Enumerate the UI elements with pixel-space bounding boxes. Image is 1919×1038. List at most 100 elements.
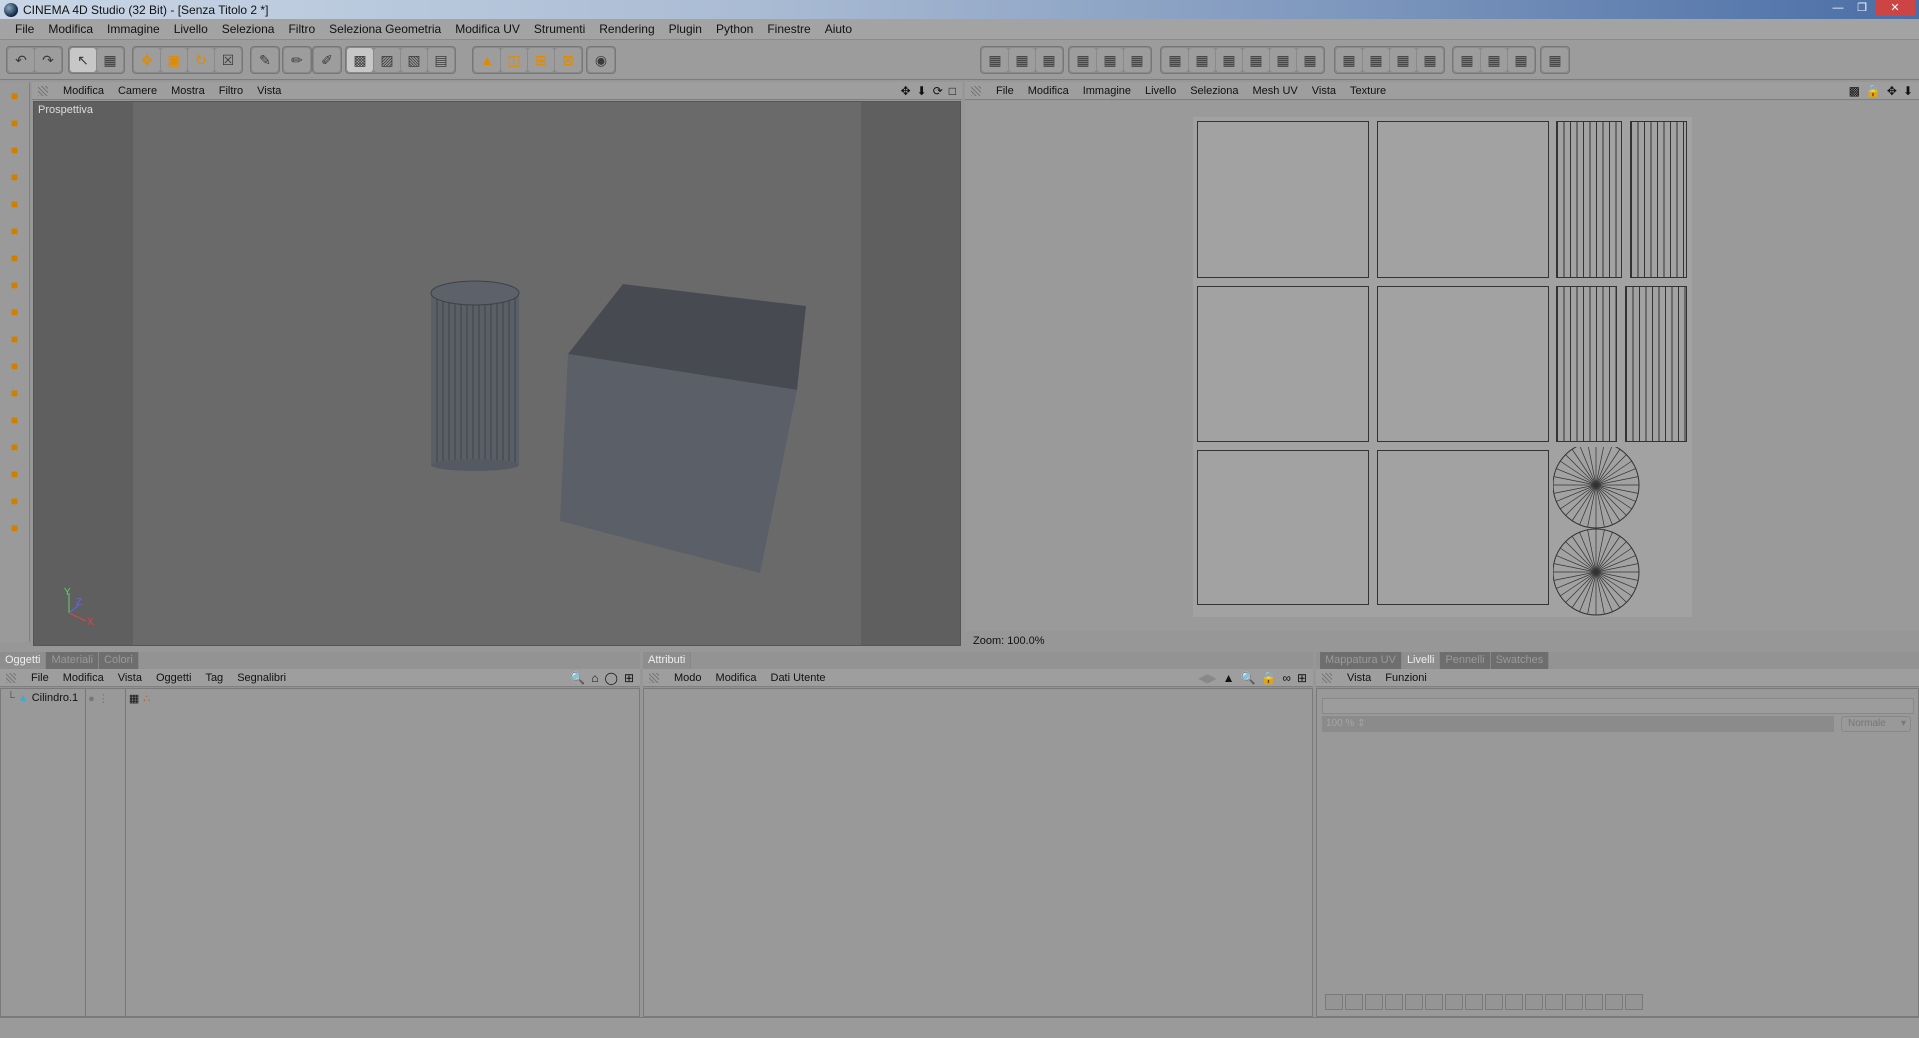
histogram-icon[interactable]: ▩: [1849, 84, 1860, 98]
layer-action-button[interactable]: [1345, 994, 1363, 1010]
layer-action-button[interactable]: [1525, 994, 1543, 1010]
layer-action-button[interactable]: [1385, 994, 1403, 1010]
objects-menu-file[interactable]: File: [24, 672, 56, 684]
maximize-view-icon[interactable]: □: [949, 84, 956, 98]
uv-tool-4[interactable]: ▦: [1070, 48, 1096, 72]
layers-menu-vista[interactable]: Vista: [1340, 672, 1378, 684]
pan-icon[interactable]: ✥: [1887, 84, 1897, 98]
uv-polygon[interactable]: [1377, 286, 1549, 442]
fill-icon[interactable]: ■: [4, 301, 26, 323]
layer-action-button[interactable]: [1545, 994, 1563, 1010]
objects-menu-segnalibri[interactable]: Segnalibri: [230, 672, 293, 684]
tab-mappatura-uv[interactable]: Mappatura UV: [1320, 652, 1402, 669]
menu-rendering[interactable]: Rendering: [592, 22, 661, 36]
opacity-slider[interactable]: 100 % ⇕: [1322, 716, 1834, 732]
uv-tool-16[interactable]: ▦: [1417, 48, 1443, 72]
live-selection-icon[interactable]: ↖: [70, 48, 96, 72]
attributes-menu-dati-utente[interactable]: Dati Utente: [764, 672, 833, 684]
uv-tool-18[interactable]: ▦: [1481, 48, 1507, 72]
menu-immagine[interactable]: Immagine: [100, 22, 167, 36]
opacity-value[interactable]: 100 %: [1326, 718, 1354, 729]
uv-tool-9[interactable]: ▦: [1216, 48, 1242, 72]
uv-tool-6[interactable]: ▦: [1124, 48, 1150, 72]
layer-action-button[interactable]: [1585, 994, 1603, 1010]
zoom-arrow-icon[interactable]: ⬇: [917, 84, 927, 98]
texture-mode-icon[interactable]: ▩: [347, 48, 373, 72]
brush-icon[interactable]: ✐: [314, 48, 340, 72]
uv-edit-icon[interactable]: ▤: [428, 48, 454, 72]
rotate-view-icon[interactable]: ⟳: [933, 84, 943, 98]
attributes-menu-modo[interactable]: Modo: [667, 672, 709, 684]
layer-action-button[interactable]: [1405, 994, 1423, 1010]
scale-icon[interactable]: ▣: [161, 48, 187, 72]
attributes-menu-modifica[interactable]: Modifica: [709, 672, 764, 684]
layer-action-button[interactable]: [1425, 994, 1443, 1010]
search-icon[interactable]: 🔍: [570, 671, 585, 685]
move-icon[interactable]: ✥: [134, 48, 160, 72]
texture-tag-icon[interactable]: ▦: [129, 692, 139, 705]
layer-name-field[interactable]: [1322, 698, 1914, 714]
layer-action-button[interactable]: [1565, 994, 1583, 1010]
uv-tool-15[interactable]: ▦: [1390, 48, 1416, 72]
pencil-icon[interactable]: ■: [4, 220, 26, 242]
tab-attributi[interactable]: Attributi: [643, 652, 692, 669]
uv-cylinder-strip[interactable]: [1630, 121, 1687, 278]
objects-menu-oggetti[interactable]: Oggetti: [149, 672, 198, 684]
stamp-icon[interactable]: ■: [4, 247, 26, 269]
3d-viewport[interactable]: Prospettiva Y Z X: [33, 101, 961, 646]
eyedropper-icon[interactable]: ■: [4, 436, 26, 458]
menu-seleziona-geometria[interactable]: Seleziona Geometria: [322, 22, 448, 36]
layer-action-button[interactable]: [1605, 994, 1623, 1010]
tab-materiali[interactable]: Materiali: [46, 652, 100, 669]
menu-file[interactable]: File: [8, 22, 41, 36]
layout-icon[interactable]: ■: [4, 85, 26, 107]
uv-menu-mesh-uv[interactable]: Mesh UV: [1246, 85, 1305, 97]
layers-menu-funzioni[interactable]: Funzioni: [1378, 672, 1434, 684]
viewport-menu-vista[interactable]: Vista: [250, 85, 288, 97]
tab-colori[interactable]: Colori: [99, 652, 139, 669]
uv-tool-2[interactable]: ▦: [1009, 48, 1035, 72]
up-arrow-icon[interactable]: ▲: [1223, 671, 1235, 685]
layer-action-button[interactable]: [1505, 994, 1523, 1010]
uv-tool-13[interactable]: ▦: [1336, 48, 1362, 72]
link-icon[interactable]: ∞: [1282, 671, 1291, 685]
uv-menu-file[interactable]: File: [989, 85, 1021, 97]
paint-icon[interactable]: ✎: [252, 48, 278, 72]
layout-1-icon[interactable]: ◫: [501, 48, 527, 72]
grip-icon[interactable]: [6, 672, 16, 683]
uv-tool-12[interactable]: ▦: [1297, 48, 1323, 72]
pan-icon[interactable]: ✥: [901, 84, 911, 98]
blend-mode-dropdown[interactable]: Normale ▾: [1841, 716, 1911, 732]
tab-pennelli[interactable]: Pennelli: [1440, 652, 1491, 669]
layer-action-button[interactable]: [1485, 994, 1503, 1010]
menu-aiuto[interactable]: Aiuto: [818, 22, 859, 36]
uv-tool-7[interactable]: ▦: [1162, 48, 1188, 72]
move-icon[interactable]: ■: [4, 112, 26, 134]
tab-livelli[interactable]: Livelli: [1401, 652, 1441, 669]
new-window-icon[interactable]: ⊞: [1297, 671, 1307, 685]
objects-menu-modifica[interactable]: Modifica: [56, 672, 111, 684]
uv-polygon[interactable]: [1197, 121, 1369, 278]
layer-action-button[interactable]: [1465, 994, 1483, 1010]
layout-2-icon[interactable]: ⊞: [528, 48, 554, 72]
object-name[interactable]: Cilindro.1: [32, 692, 78, 704]
layer-action-button[interactable]: [1325, 994, 1343, 1010]
layer-action-button[interactable]: [1445, 994, 1463, 1010]
uvw-tag-icon[interactable]: ∴: [143, 692, 150, 705]
back-arrow-icon[interactable]: ◀▶: [1198, 671, 1216, 685]
grip-icon[interactable]: [38, 85, 48, 96]
menu-plugin[interactable]: Plugin: [662, 22, 709, 36]
uv-menu-seleziona[interactable]: Seleziona: [1183, 85, 1245, 97]
clone-icon[interactable]: ■: [4, 463, 26, 485]
layer-action-button[interactable]: [1365, 994, 1383, 1010]
magnify-icon[interactable]: ■: [4, 355, 26, 377]
eye-icon[interactable]: ◯: [605, 671, 618, 685]
grip-icon[interactable]: [1322, 672, 1332, 683]
star-icon[interactable]: ■: [4, 409, 26, 431]
menu-strumenti[interactable]: Strumenti: [527, 22, 592, 36]
layout-3-icon[interactable]: ⊠: [555, 48, 581, 72]
viewport-menu-camere[interactable]: Camere: [111, 85, 164, 97]
menu-python[interactable]: Python: [709, 22, 760, 36]
close-button[interactable]: ✕: [1875, 0, 1915, 16]
uv-tool-3[interactable]: ▦: [1036, 48, 1062, 72]
